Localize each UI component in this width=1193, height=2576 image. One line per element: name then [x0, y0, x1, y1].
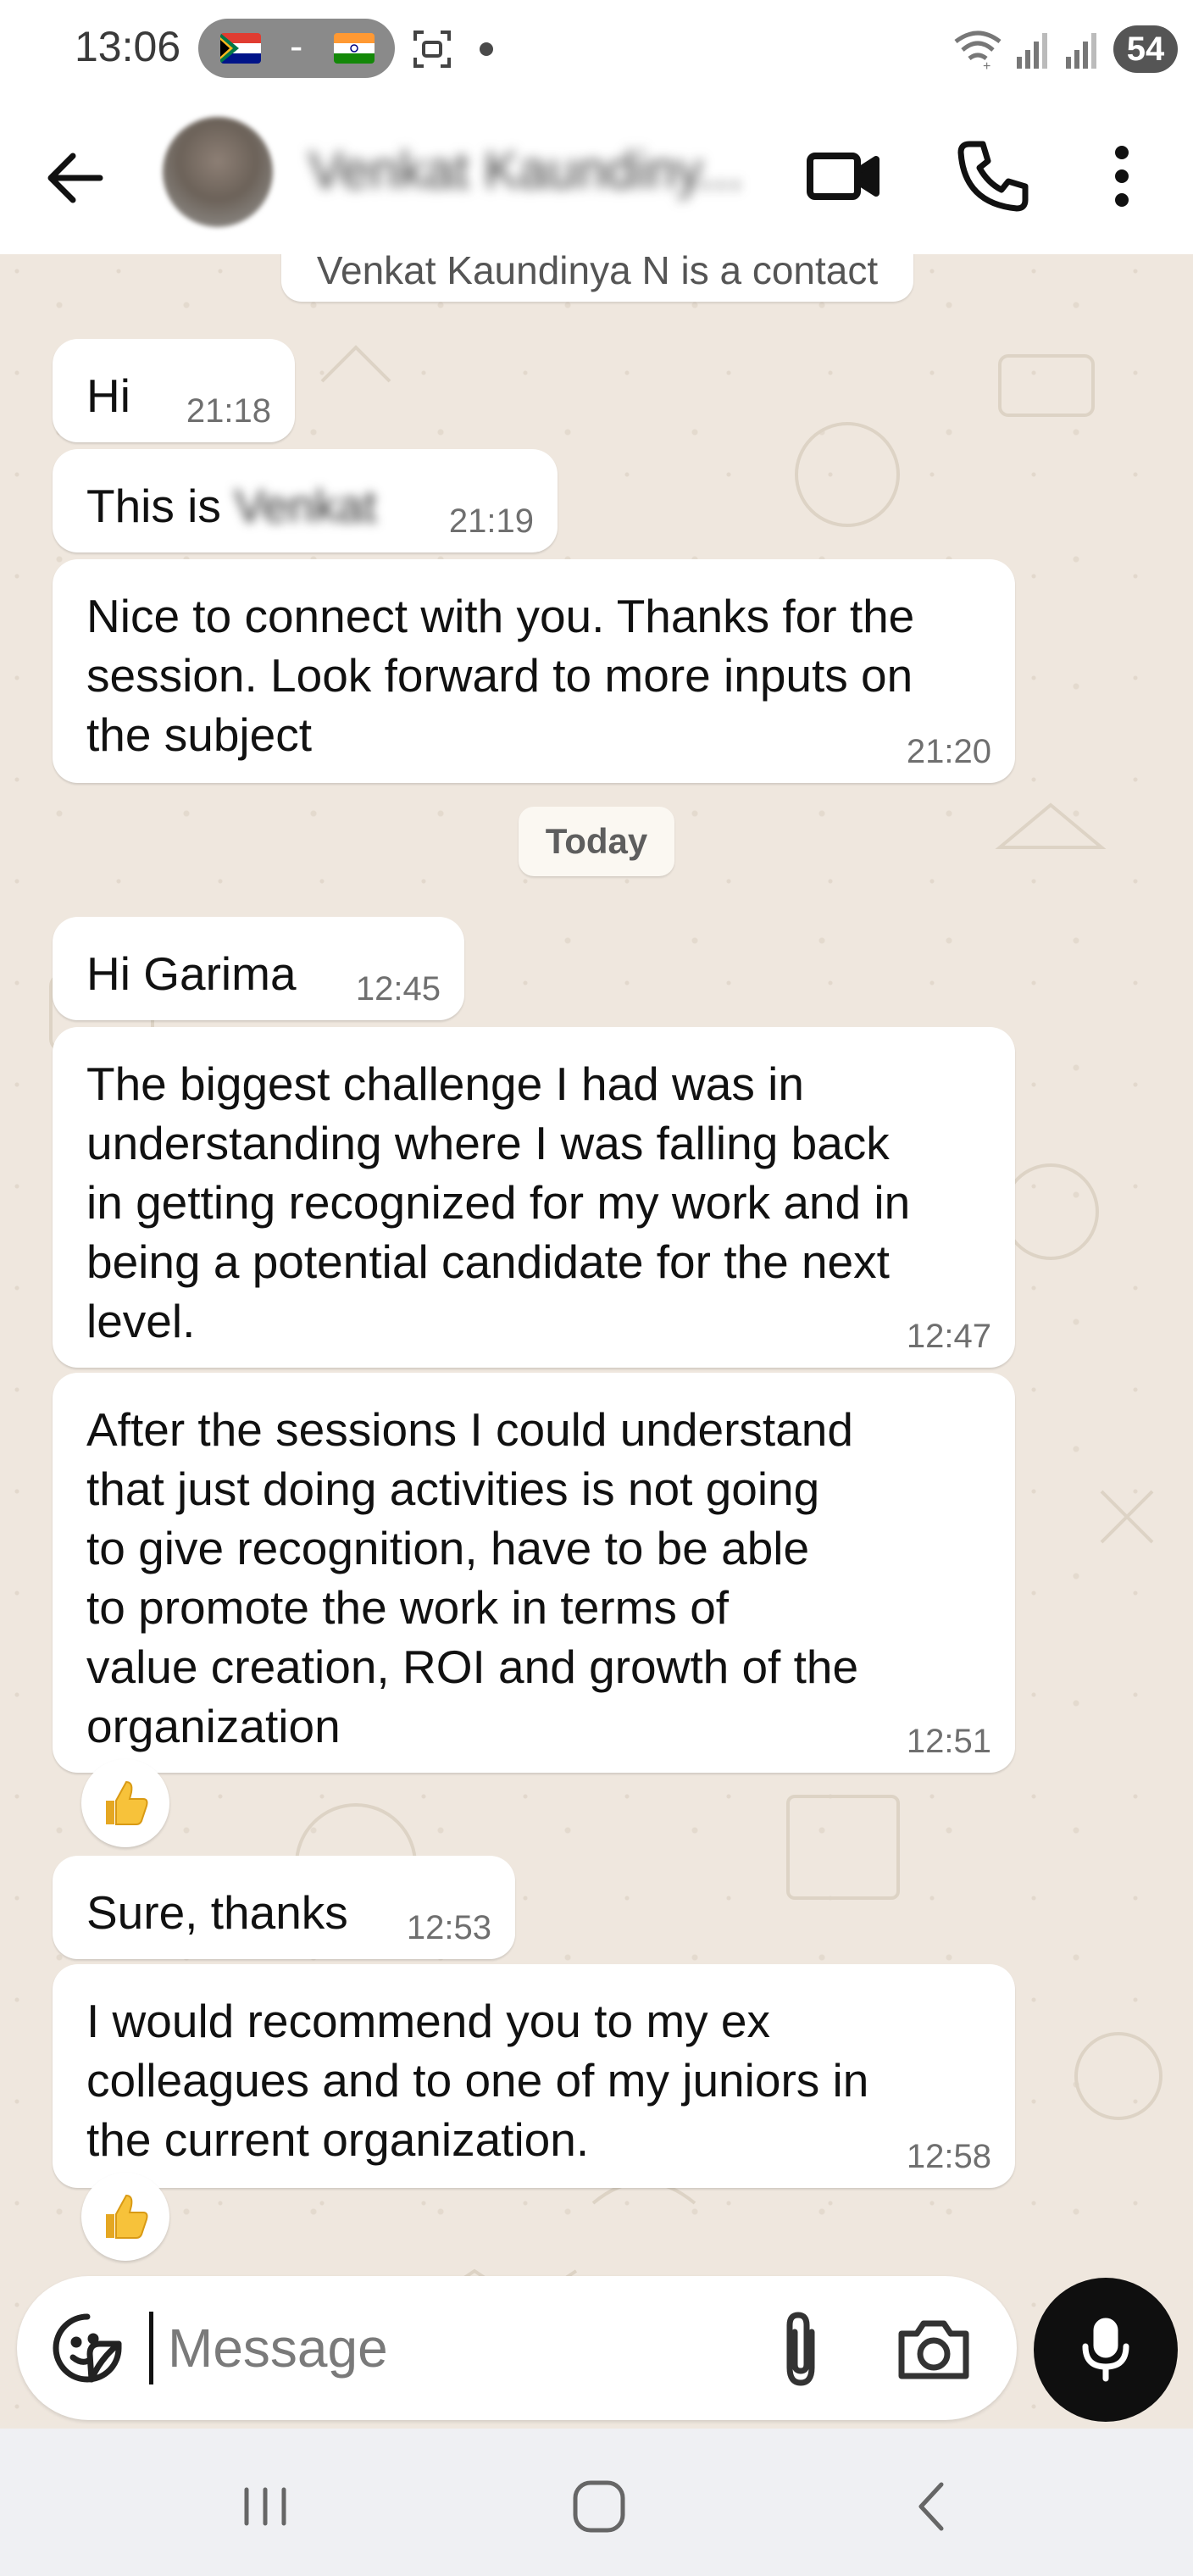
message-bubble[interactable]: Hi Garima 12:45 — [53, 917, 464, 1020]
contact-name[interactable]: Venkat Kaundiny... — [308, 141, 742, 201]
message-text: After the sessions I could understand th… — [86, 1403, 859, 1752]
message-time: 21:20 — [906, 733, 991, 770]
message-time: 12:47 — [906, 1318, 991, 1355]
wifi-icon: + — [954, 31, 1002, 70]
system-notice: Venkat Kaundinya N is a contact — [281, 254, 913, 302]
home-icon[interactable] — [558, 2466, 640, 2547]
microphone-icon[interactable] — [1034, 2278, 1178, 2422]
message-bubble[interactable]: Nice to connect with you. Thanks for the… — [53, 559, 1015, 783]
message-time: 12:53 — [406, 1909, 491, 1946]
video-camera-icon[interactable] — [803, 136, 885, 217]
phone-icon[interactable] — [952, 136, 1034, 217]
chat-header: Venkat Kaundiny... — [0, 102, 1193, 254]
more-vertical-icon[interactable] — [1086, 136, 1157, 217]
recents-icon[interactable] — [225, 2466, 306, 2547]
camera-icon[interactable] — [893, 2308, 974, 2390]
message-bubble[interactable]: After the sessions I could understand th… — [53, 1373, 1015, 1773]
svg-text:+: + — [983, 59, 990, 70]
message-text: Hi Garima — [86, 947, 297, 1000]
call-status-pill[interactable]: - — [198, 19, 395, 78]
message-text: I would recommend you to my ex colleague… — [86, 1995, 869, 2166]
message-bubble[interactable]: The biggest challenge I had was in under… — [53, 1027, 1015, 1368]
screenshot-icon — [412, 29, 452, 69]
signal-strength-icon — [1017, 33, 1047, 69]
message-composer — [17, 2276, 1017, 2420]
message-text: This is Venkat — [86, 476, 376, 536]
thumbs-up-icon[interactable] — [81, 1759, 169, 1847]
arrow-left-icon[interactable] — [41, 142, 112, 214]
message-time: 21:19 — [448, 502, 534, 540]
chat-area[interactable]: Venkat Kaundinya N is a contact Hi 21:18… — [0, 254, 1193, 2423]
message-time: 12:51 — [906, 1723, 991, 1760]
message-bubble[interactable]: This is Venkat 21:19 — [53, 449, 558, 552]
south-africa-flag-icon — [220, 33, 261, 64]
message-text: Sure, thanks — [86, 1886, 348, 1939]
status-indicators: + 54 — [952, 25, 1178, 73]
message-text: Nice to connect with you. Thanks for the… — [86, 590, 915, 761]
signal-strength-icon — [1066, 33, 1096, 69]
status-bar: 13:06 - + 54 — [0, 0, 1193, 102]
pill-separator: - — [290, 24, 303, 68]
battery-icon: 54 — [1113, 25, 1178, 73]
message-text: Hi — [86, 369, 130, 422]
message-time: 12:58 — [906, 2138, 991, 2175]
india-flag-icon — [334, 33, 375, 64]
status-time: 13:06 — [75, 23, 181, 70]
message-bubble[interactable]: Hi 21:18 — [53, 339, 295, 442]
sticker-icon[interactable] — [49, 2310, 125, 2386]
message-time: 21:18 — [186, 392, 271, 430]
notification-dot-icon — [480, 42, 493, 56]
message-bubble[interactable]: Sure, thanks 12:53 — [53, 1856, 515, 1959]
paperclip-icon[interactable] — [763, 2307, 839, 2391]
message-input[interactable] — [144, 2310, 754, 2386]
back-nav-icon[interactable] — [892, 2466, 974, 2547]
message-time: 12:45 — [355, 970, 441, 1008]
blurred-name: Venkat — [234, 480, 377, 532]
message-bubble[interactable]: I would recommend you to my ex colleague… — [53, 1964, 1015, 2188]
message-text: The biggest challenge I had was in under… — [86, 1058, 911, 1347]
contact-avatar[interactable] — [163, 117, 273, 227]
date-divider: Today — [519, 807, 674, 876]
system-navigation-bar — [0, 2429, 1193, 2576]
thumbs-up-icon[interactable] — [81, 2173, 169, 2261]
